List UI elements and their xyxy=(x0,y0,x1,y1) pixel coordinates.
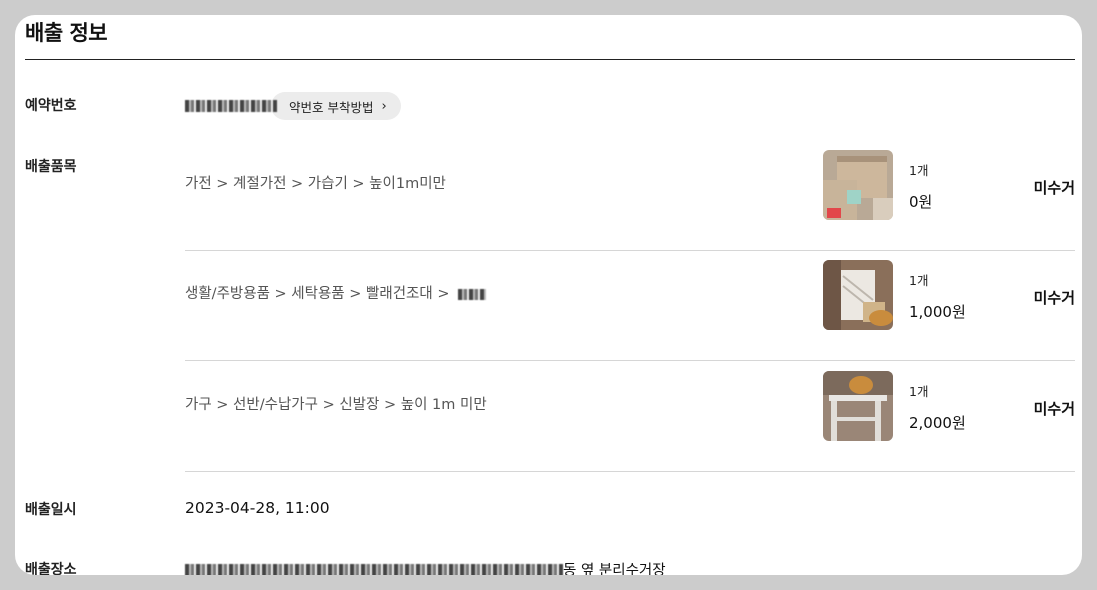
place-label: 배출장소 xyxy=(25,562,77,575)
collection-status: 미수거 xyxy=(1033,179,1075,197)
item-thumbnail[interactable] xyxy=(823,260,893,330)
place-value: 동 옆 분리수거장 xyxy=(185,559,666,575)
item-quantity: 1개 xyxy=(909,273,929,288)
datetime-label: 배출일시 xyxy=(25,502,77,518)
reservation-label: 예약번호 xyxy=(25,98,77,114)
humidifier-box-photo xyxy=(823,150,893,220)
item-row: 가구 > 선반/수납가구 > 신발장 > 높이 1m 미만 1개 2,000원 … xyxy=(185,362,1075,472)
section-title: 배출 정보 xyxy=(25,21,108,45)
shoe-cabinet-photo xyxy=(823,371,893,441)
masked-address xyxy=(185,563,563,575)
item-thumbnail[interactable] xyxy=(823,371,893,441)
row-divider xyxy=(185,471,1075,472)
item-price: 1,000원 xyxy=(909,303,966,321)
drying-rack-photo xyxy=(823,260,893,330)
reservation-guide-label: 약번호 부착방법 xyxy=(289,99,374,115)
datetime-value: 2023-04-28, 11:00 xyxy=(185,499,330,517)
reservation-guide-button[interactable]: 약번호 부착방법 › xyxy=(271,92,401,120)
items-label: 배출품목 xyxy=(25,159,77,175)
row-divider xyxy=(185,360,1075,361)
item-category-path: 생활/주방용품 > 세탁용품 > 빨래건조대 > xyxy=(185,282,487,303)
item-row: 생활/주방용품 > 세탁용품 > 빨래건조대 > 1개 1,000원 미수거 xyxy=(185,251,1075,361)
emission-info-card: 배출 정보 예약번호 약번호 부착방법 › 배출품목 가전 > 계절가전 > 가… xyxy=(15,15,1082,575)
item-category-path: 가구 > 선반/수납가구 > 신발장 > 높이 1m 미만 xyxy=(185,397,487,413)
item-price: 2,000원 xyxy=(909,414,966,432)
reservation-value: 약번호 부착방법 › xyxy=(185,92,401,120)
item-price: 0원 xyxy=(909,193,933,211)
item-row: 가전 > 계절가전 > 가습기 > 높이1m미만 1개 0원 미수거 xyxy=(185,141,1075,251)
masked-item-detail xyxy=(458,288,487,300)
item-quantity: 1개 xyxy=(909,384,929,399)
chevron-right-icon: › xyxy=(381,98,387,114)
masked-reservation-number xyxy=(185,100,277,112)
title-divider xyxy=(25,59,1075,60)
collection-status: 미수거 xyxy=(1033,289,1075,307)
place-suffix: 동 옆 분리수거장 xyxy=(563,563,666,575)
collection-status: 미수거 xyxy=(1033,400,1075,418)
item-thumbnail[interactable] xyxy=(823,150,893,220)
item-category-path: 가전 > 계절가전 > 가습기 > 높이1m미만 xyxy=(185,176,446,192)
item-category-text: 생활/주방용품 > 세탁용품 > 빨래건조대 > xyxy=(185,286,450,302)
item-quantity: 1개 xyxy=(909,163,929,178)
